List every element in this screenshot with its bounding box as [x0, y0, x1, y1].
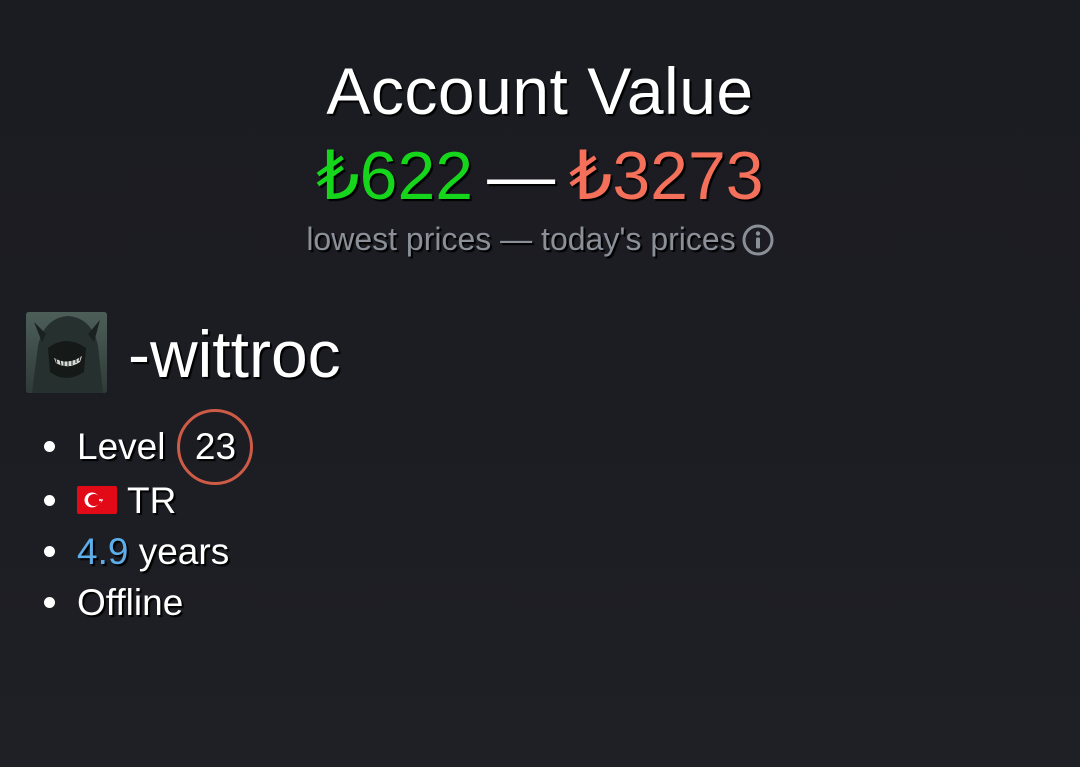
list-item-level: Level 23	[44, 409, 254, 487]
profile-details-list: Level 23 TR 4.9 years Offline	[0, 0, 1080, 767]
bullet	[44, 494, 55, 506]
level-label: Level	[77, 425, 166, 467]
list-item-account-age: 4.9 years	[44, 530, 229, 574]
level-badge: 23	[177, 409, 254, 485]
bullet	[44, 596, 55, 608]
bullet	[44, 545, 55, 557]
turkey-flag-icon	[77, 486, 117, 515]
country-code: TR	[127, 480, 177, 521]
account-age-value: 4.9	[77, 531, 129, 572]
account-age-unit: years	[138, 531, 230, 572]
bullet	[44, 440, 55, 452]
online-status: Offline	[77, 582, 184, 623]
list-item-country: TR	[44, 479, 176, 523]
list-item-status: Offline	[44, 581, 183, 625]
